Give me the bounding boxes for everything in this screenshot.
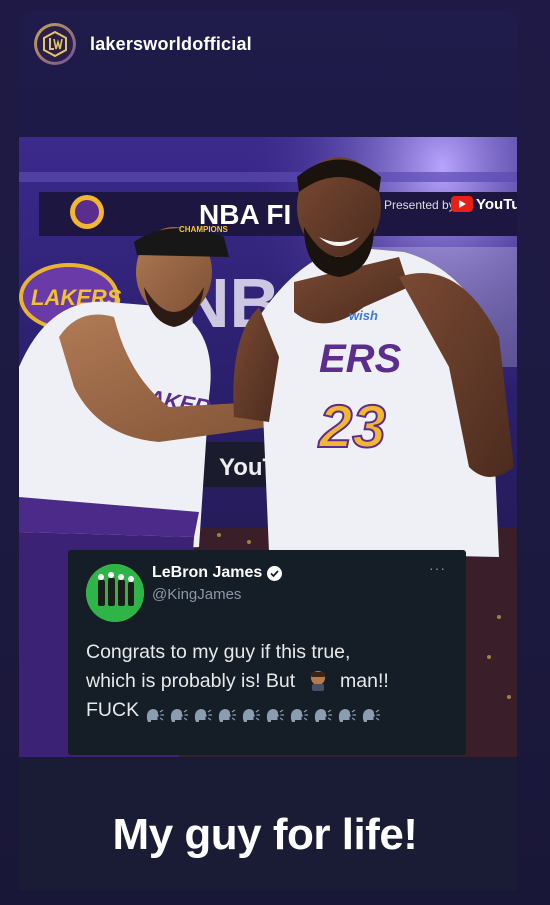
tweet-line-2-end: man!! (340, 670, 389, 692)
jersey-number: 23 (318, 393, 386, 460)
speaking-head-emoji-icon (289, 703, 309, 723)
wish-sponsor-text: wish (349, 308, 378, 323)
hat-text: CHAMPIONS (179, 225, 229, 234)
speaking-head-emoji-icon (169, 703, 189, 723)
more-options-icon[interactable]: ··· (429, 560, 446, 576)
speaking-head-emoji-icon (313, 703, 333, 723)
tweet-card[interactable]: LeBron James @KingJames ··· Congrats to … (68, 550, 466, 755)
tweet-author-avatar[interactable] (86, 564, 144, 622)
speaking-head-emoji-row (145, 696, 385, 725)
tweet-author-name[interactable]: LeBron James (152, 564, 262, 582)
lakersworld-logo-icon (37, 26, 73, 62)
verified-badge-icon (267, 565, 283, 581)
speaking-head-emoji-icon (193, 703, 213, 723)
speaking-head-emoji-icon (265, 703, 285, 723)
story-caption: My guy for life! (112, 810, 418, 859)
tweet-line-3: FUCK (86, 696, 456, 725)
presented-by-label: Presented by (384, 198, 455, 212)
account-username[interactable]: lakersworldofficial (90, 34, 252, 55)
tweet-line-3-text: FUCK (86, 699, 140, 721)
tweet-author-name-row: LeBron James (152, 564, 283, 582)
youtube-banner-text: YouTu (476, 196, 517, 213)
tweet-line-2: which is probably is! But man!! (86, 667, 456, 696)
speaking-head-emoji-icon (361, 703, 381, 723)
facepalm-emoji-icon (307, 669, 329, 691)
speaking-head-emoji-icon (217, 703, 237, 723)
story-header: lakersworldofficial (34, 22, 252, 66)
profile-avatar[interactable] (34, 23, 76, 65)
tweet-line-1: Congrats to my guy if this true, (86, 641, 351, 663)
tweet-author-handle[interactable]: @KingJames (152, 586, 241, 603)
tweet-body: Congrats to my guy if this true, which i… (86, 638, 456, 725)
speaking-head-emoji-icon (337, 703, 357, 723)
tweet-line-2-start: which is probably is! But (86, 670, 296, 692)
speaking-head-emoji-icon (241, 703, 261, 723)
speaking-head-emoji-icon (145, 703, 165, 723)
right-jersey-text: ERS (319, 337, 402, 381)
